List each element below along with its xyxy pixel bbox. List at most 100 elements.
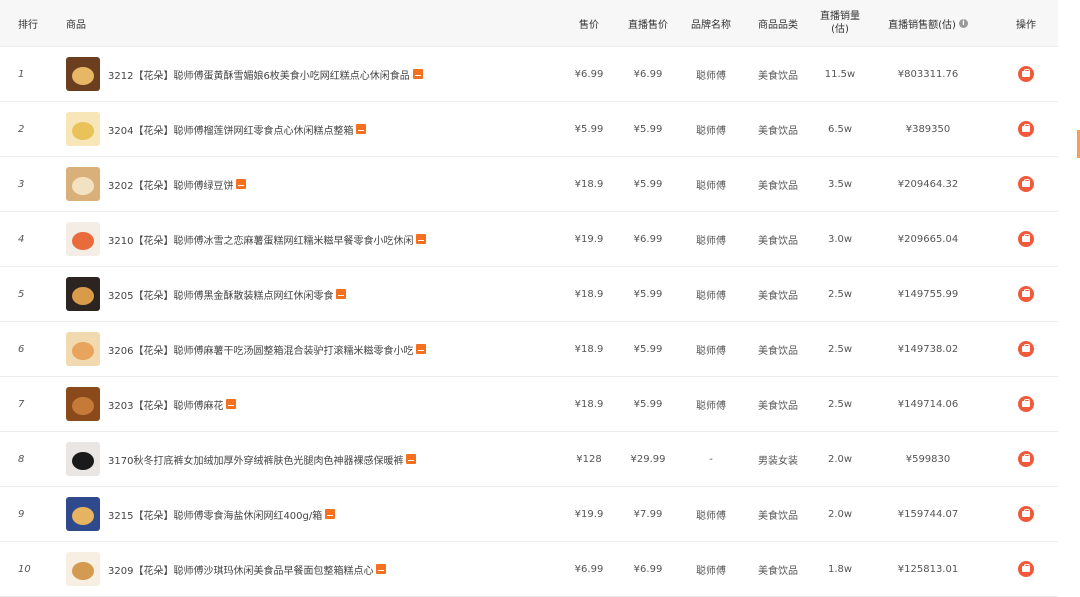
- product-title[interactable]: 3210【花朵】聪师傅冰雪之恋麻薯蛋糕网红糯米糍早餐零食小吃休闲: [108, 232, 413, 247]
- price: ¥6.99: [574, 68, 604, 80]
- rank-number: 9: [18, 508, 25, 520]
- live-price: ¥7.99: [633, 508, 663, 520]
- shop-bag-icon[interactable]: [1018, 176, 1034, 192]
- brand-name: 聪师傅: [696, 565, 726, 577]
- rank-number: 6: [18, 343, 25, 355]
- product-cell[interactable]: 3212【花朵】聪师傅蛋黄酥雪媚娘6枚美食小吃网红糕点心休闲食品: [60, 47, 560, 101]
- product-cell[interactable]: 3204【花朵】聪师傅榴莲饼网红零食点心休闲糕点整箱: [60, 102, 560, 156]
- operation-cell: [988, 102, 1064, 156]
- product-thumbnail[interactable]: [66, 277, 100, 311]
- header-price[interactable]: 售价: [560, 0, 618, 46]
- product-thumbnail[interactable]: [66, 167, 100, 201]
- table-row: 2 3204【花朵】聪师傅榴莲饼网红零食点心休闲糕点整箱 ¥5.99 ¥5.99…: [0, 102, 1058, 157]
- shop-bag-icon[interactable]: [1018, 396, 1034, 412]
- info-icon[interactable]: i: [958, 18, 968, 28]
- product-thumbnail[interactable]: [66, 387, 100, 421]
- product-title[interactable]: 3205【花朵】聪师傅黑金酥散装糕点网红休闲零食: [108, 287, 333, 302]
- category: 美食饮品: [758, 565, 798, 577]
- product-thumbnail[interactable]: [66, 552, 100, 586]
- table-row: 4 3210【花朵】聪师傅冰雪之恋麻薯蛋糕网红糯米糍早餐零食小吃休闲 ¥19.9…: [0, 212, 1058, 267]
- price: ¥6.99: [574, 563, 604, 575]
- category: 美食饮品: [758, 510, 798, 522]
- live-sales: 11.5w: [824, 68, 856, 80]
- product-cell[interactable]: 3215【花朵】聪师傅零食海盐休闲网红400g/箱: [60, 487, 560, 541]
- product-title[interactable]: 3170秋冬打底裤女加绒加厚外穿绒裤肤色光腿肉色神器裸感保暖裤: [108, 452, 403, 467]
- product-title[interactable]: 3215【花朵】聪师傅零食海盐休闲网红400g/箱: [108, 507, 322, 522]
- product-cell[interactable]: 3209【花朵】聪师傅沙琪玛休闲美食品早餐面包整箱糕点心: [60, 542, 560, 596]
- product-title[interactable]: 3206【花朵】聪师傅麻薯干吃汤圆整箱混合装驴打滚糯米糍零食小吃: [108, 342, 413, 357]
- tmall-badge-icon: [406, 454, 417, 464]
- shop-bag-icon[interactable]: [1018, 561, 1034, 577]
- product-cell[interactable]: 3202【花朵】聪师傅绿豆饼: [60, 157, 560, 211]
- product-title[interactable]: 3204【花朵】聪师傅榴莲饼网红零食点心休闲糕点整箱: [108, 122, 353, 137]
- product-title[interactable]: 3202【花朵】聪师傅绿豆饼: [108, 177, 233, 192]
- tmall-badge-icon: [416, 234, 427, 244]
- header-live-sales[interactable]: 直播销量 (估): [812, 0, 868, 46]
- product-thumbnail[interactable]: [66, 57, 100, 91]
- tmall-badge-icon: [356, 124, 367, 134]
- operation-cell: [988, 432, 1064, 486]
- product-cell[interactable]: 3170秋冬打底裤女加绒加厚外穿绒裤肤色光腿肉色神器裸感保暖裤: [60, 432, 560, 486]
- header-live-sales-estimate: (估): [831, 24, 849, 35]
- tmall-badge-icon: [412, 69, 423, 79]
- live-sales: 3.5w: [827, 178, 853, 190]
- shop-bag-icon[interactable]: [1018, 121, 1034, 137]
- category: 男装女装: [758, 455, 798, 467]
- rank-number: 2: [18, 123, 25, 135]
- product-thumbnail[interactable]: [66, 442, 100, 476]
- live-price: ¥5.99: [633, 288, 663, 300]
- price: ¥18.9: [574, 288, 604, 300]
- operation-cell: [988, 487, 1064, 541]
- live-amount: ¥389350: [905, 123, 951, 135]
- shop-bag-icon[interactable]: [1018, 451, 1034, 467]
- table-row: 8 3170秋冬打底裤女加绒加厚外穿绒裤肤色光腿肉色神器裸感保暖裤 ¥128 ¥…: [0, 432, 1058, 487]
- price: ¥18.9: [574, 178, 604, 190]
- product-cell[interactable]: 3203【花朵】聪师傅麻花: [60, 377, 560, 431]
- brand-name: 聪师傅: [696, 510, 726, 522]
- header-live-amount[interactable]: 直播销售额(估) i: [868, 0, 988, 46]
- tmall-badge-icon: [226, 399, 237, 409]
- product-title[interactable]: 3209【花朵】聪师傅沙琪玛休闲美食品早餐面包整箱糕点心: [108, 562, 373, 577]
- price: ¥5.99: [574, 123, 604, 135]
- table-row: 1 3212【花朵】聪师傅蛋黄酥雪媚娘6枚美食小吃网红糕点心休闲食品 ¥6.99…: [0, 47, 1058, 102]
- shop-bag-icon[interactable]: [1018, 231, 1034, 247]
- product-cell[interactable]: 3205【花朵】聪师傅黑金酥散装糕点网红休闲零食: [60, 267, 560, 321]
- shop-bag-icon[interactable]: [1018, 66, 1034, 82]
- rank-number: 4: [18, 233, 25, 245]
- operation-cell: [988, 377, 1064, 431]
- live-amount: ¥149714.06: [897, 398, 959, 410]
- shop-bag-icon[interactable]: [1018, 506, 1034, 522]
- product-title[interactable]: 3212【花朵】聪师傅蛋黄酥雪媚娘6枚美食小吃网红糕点心休闲食品: [108, 67, 410, 82]
- live-amount: ¥599830: [905, 453, 951, 465]
- product-thumbnail[interactable]: [66, 332, 100, 366]
- header-live-amount-label: 直播销售额(估): [888, 19, 956, 31]
- header-live-price[interactable]: 直播售价: [618, 0, 678, 46]
- product-cell[interactable]: 3206【花朵】聪师傅麻薯干吃汤圆整箱混合装驴打滚糯米糍零食小吃: [60, 322, 560, 376]
- live-price: ¥6.99: [633, 233, 663, 245]
- product-cell[interactable]: 3210【花朵】聪师傅冰雪之恋麻薯蛋糕网红糯米糍早餐零食小吃休闲: [60, 212, 560, 266]
- product-thumbnail[interactable]: [66, 112, 100, 146]
- brand-name: -: [709, 453, 713, 465]
- live-price: ¥5.99: [633, 123, 663, 135]
- live-amount: ¥149738.02: [897, 343, 959, 355]
- table-row: 6 3206【花朵】聪师傅麻薯干吃汤圆整箱混合装驴打滚糯米糍零食小吃 ¥18.9…: [0, 322, 1058, 377]
- price: ¥19.9: [574, 233, 604, 245]
- rank-number: 3: [18, 178, 25, 190]
- brand-name: 聪师傅: [696, 345, 726, 357]
- operation-cell: [988, 47, 1064, 101]
- operation-cell: [988, 322, 1064, 376]
- category: 美食饮品: [758, 290, 798, 302]
- operation-cell: [988, 157, 1064, 211]
- rank-number: 8: [18, 453, 25, 465]
- live-price: ¥5.99: [633, 343, 663, 355]
- shop-bag-icon[interactable]: [1018, 286, 1034, 302]
- header-category: 商品品类: [758, 19, 798, 31]
- product-title[interactable]: 3203【花朵】聪师傅麻花: [108, 397, 223, 412]
- brand-name: 聪师傅: [696, 290, 726, 302]
- live-sales: 2.0w: [827, 508, 853, 520]
- product-thumbnail[interactable]: [66, 222, 100, 256]
- product-thumbnail[interactable]: [66, 497, 100, 531]
- category: 美食饮品: [758, 180, 798, 192]
- tmall-badge-icon: [376, 564, 387, 574]
- shop-bag-icon[interactable]: [1018, 341, 1034, 357]
